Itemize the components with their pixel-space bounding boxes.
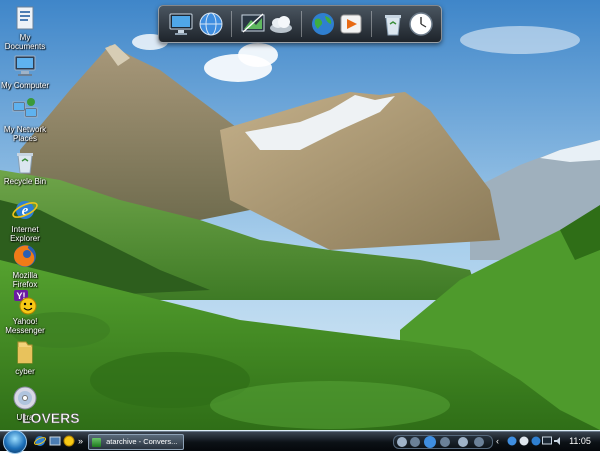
top-dock bbox=[158, 5, 442, 43]
dock-separator bbox=[231, 11, 232, 37]
desktop-icon-label: My Documents bbox=[4, 33, 46, 51]
task-button-atarchive[interactable]: atarchive - Convers... bbox=[88, 434, 184, 450]
recycle-bin-icon bbox=[17, 153, 33, 174]
desktop-icon-label: Mozilla Firefox bbox=[12, 271, 38, 289]
tray-expand-chevron[interactable]: ‹ bbox=[496, 436, 506, 446]
desktop-icon-my-documents[interactable]: My Documents bbox=[0, 4, 50, 51]
recycle-bin-icon[interactable] bbox=[379, 10, 407, 38]
desktop-icon-recycle-bin[interactable]: Recycle Bin bbox=[0, 148, 50, 186]
media-player-toolbar bbox=[393, 435, 493, 449]
computer-icon bbox=[14, 55, 36, 76]
dock-separator bbox=[371, 11, 372, 37]
yahoo-messenger-icon: Y! bbox=[14, 290, 37, 315]
display-settings-icon[interactable] bbox=[239, 10, 267, 38]
taskbar: » atarchive - Convers... ‹ 11:05 bbox=[0, 430, 600, 454]
clock-icon[interactable] bbox=[407, 10, 435, 38]
conversation-icon bbox=[92, 437, 101, 447]
start-button[interactable] bbox=[3, 430, 27, 454]
dock-separator bbox=[301, 11, 302, 37]
previous-icon[interactable] bbox=[410, 437, 420, 447]
desktop-icon-label: My Computer bbox=[0, 81, 49, 90]
desktop-icon-label: My Network Places bbox=[3, 125, 47, 143]
firefox-icon bbox=[14, 245, 36, 267]
stop-icon[interactable] bbox=[397, 437, 407, 447]
security-icon[interactable] bbox=[531, 436, 541, 446]
desktop-icon-cyber[interactable]: cyber bbox=[0, 338, 50, 376]
network-icon bbox=[12, 98, 38, 118]
desktop-icon-label: Yahoo! Messenger bbox=[5, 317, 45, 335]
play-icon[interactable] bbox=[424, 436, 436, 448]
earth-icon[interactable] bbox=[309, 10, 337, 38]
watermark-logo: LOVERS bbox=[20, 408, 86, 430]
desktop-wallpaper bbox=[0, 0, 600, 450]
task-button-label: atarchive - Convers... bbox=[106, 437, 178, 446]
media-player-icon[interactable] bbox=[337, 10, 365, 38]
folder-documents-icon bbox=[16, 6, 34, 30]
svg-text:LOVERS: LOVERS bbox=[22, 410, 80, 426]
desktop-icon-label: cyber bbox=[15, 367, 35, 376]
desktop-icon-internet-explorer[interactable]: e Internet Explorer bbox=[0, 196, 50, 243]
screen-icon[interactable] bbox=[542, 436, 552, 446]
mute-icon[interactable] bbox=[458, 437, 468, 447]
yahoo-messenger-icon[interactable] bbox=[63, 435, 75, 447]
desktop-icon-label: Recycle Bin bbox=[3, 177, 47, 186]
taskbar-clock[interactable]: 11:05 bbox=[562, 432, 598, 451]
internet-explorer-icon: e bbox=[12, 201, 38, 219]
show-desktop-icon[interactable] bbox=[49, 435, 61, 447]
monitor-icon[interactable] bbox=[167, 10, 195, 38]
desktop-icon-mozilla-firefox[interactable]: Mozilla Firefox bbox=[0, 242, 50, 289]
desktop-icon-my-computer[interactable]: My Computer bbox=[0, 52, 50, 90]
desktop-icon-yahoo-messenger[interactable]: Y! Yahoo! Messenger bbox=[0, 288, 50, 335]
desktop-icon-label: Internet Explorer bbox=[10, 225, 40, 243]
desktop-icon-my-network-places[interactable]: My Network Places bbox=[0, 96, 50, 143]
globe-icon[interactable] bbox=[197, 10, 225, 38]
network-tray-icon[interactable] bbox=[519, 436, 529, 446]
next-icon[interactable] bbox=[440, 437, 450, 447]
quick-launch-chevron[interactable]: » bbox=[78, 435, 83, 447]
volume-icon[interactable] bbox=[474, 437, 484, 447]
help-icon[interactable] bbox=[507, 436, 517, 446]
internet-explorer-icon[interactable] bbox=[34, 435, 46, 447]
cloud-drive-icon[interactable] bbox=[267, 10, 295, 38]
folder-icon bbox=[17, 341, 33, 364]
